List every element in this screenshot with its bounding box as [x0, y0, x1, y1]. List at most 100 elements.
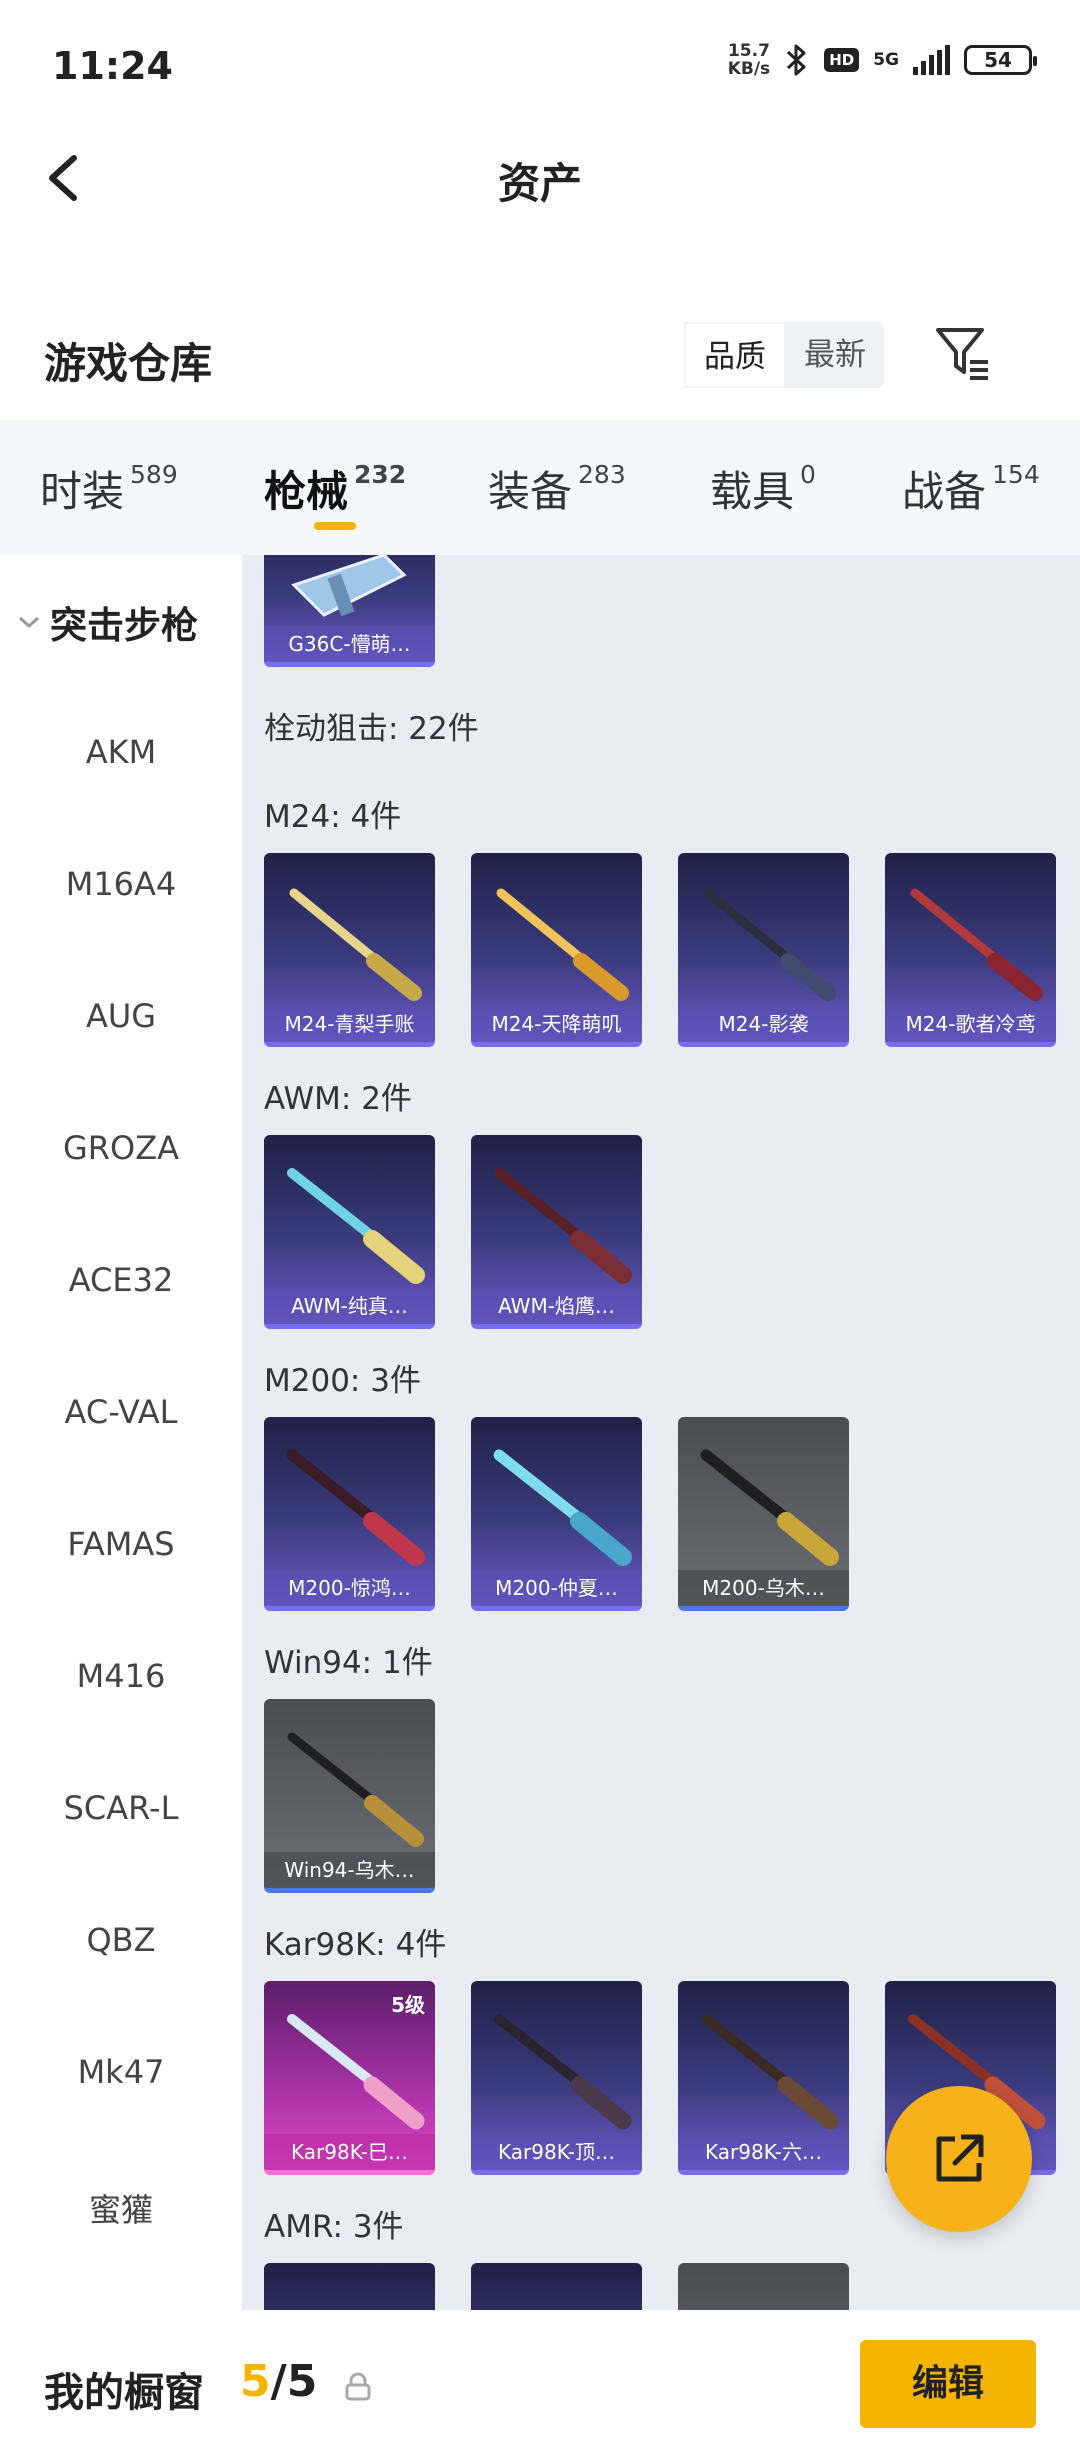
skin-name: G36C-懵萌… — [264, 626, 435, 662]
tab-count: 283 — [578, 460, 626, 489]
skin-name: M24-影袭 — [678, 1006, 849, 1042]
sidebar-category-label: 突击步枪 — [50, 604, 198, 647]
sniper-skin-image — [496, 888, 629, 1001]
showcase-label: 我的橱窗 — [44, 2370, 204, 2416]
skin-card[interactable]: AWM-焰鹰… — [471, 1135, 642, 1329]
skin-name: M24-青梨手账 — [264, 1006, 435, 1042]
tab-count: 232 — [354, 460, 407, 489]
showcase-bar: 我的橱窗 5/5 编辑 — [0, 2310, 1080, 2460]
sidebar-item-ac-val[interactable]: AC-VAL — [0, 1393, 242, 1431]
skin-name: AWM-纯真… — [264, 1288, 435, 1324]
skin-card[interactable] — [678, 2263, 849, 2310]
tab-label: 载具 — [710, 467, 795, 516]
tab-count: 589 — [130, 460, 178, 489]
skin-card[interactable]: M24-歌者冷鸢 — [885, 853, 1056, 1047]
group-label-kar98k: Kar98K: 4件 — [264, 1927, 447, 1963]
skin-name: M200-惊鸿… — [264, 1570, 435, 1606]
app-header: 资产 — [0, 130, 1080, 230]
skin-card[interactable]: M24-影袭 — [678, 853, 849, 1047]
showcase-separator: / — [270, 2356, 287, 2407]
sniper-skin-image — [494, 2014, 632, 2130]
skin-card[interactable]: M24-天降萌叽 — [471, 853, 642, 1047]
status-time: 11:24 — [52, 44, 173, 88]
showcase-total: 5 — [286, 2356, 318, 2407]
active-tab-indicator — [314, 522, 356, 530]
group-label-win94: Win94: 1件 — [264, 1645, 433, 1681]
skin-card[interactable]: AWM-纯真… — [264, 1135, 435, 1329]
share-export-icon — [936, 2134, 984, 2182]
skin-card[interactable]: G36C-懵萌… — [264, 555, 435, 667]
filter-icon[interactable] — [930, 320, 996, 386]
skin-card[interactable]: M24-青梨手账 — [264, 853, 435, 1047]
bluetooth-icon — [787, 44, 806, 76]
skin-card[interactable]: M200-惊鸿… — [264, 1417, 435, 1611]
section-title: 游戏仓库 — [44, 339, 213, 388]
group-label-m200: M200: 3件 — [264, 1363, 421, 1399]
skin-name: Win94-乌木… — [264, 1852, 435, 1888]
skin-card[interactable]: Win94-乌木… — [264, 1699, 435, 1893]
sniper-skin-image — [700, 1449, 839, 1566]
showcase-count: 5/5 — [240, 2356, 317, 2407]
tab-fashion[interactable]: 时装 589 — [40, 458, 178, 519]
sidebar-category-header[interactable]: 突击步枪 — [16, 595, 198, 649]
tab-count: 0 — [800, 460, 816, 489]
sidebar-item-honey-badger[interactable]: 蜜獾 — [0, 2185, 242, 2231]
sidebar-item-m16a4[interactable]: M16A4 — [0, 865, 242, 903]
sort-option-latest[interactable]: 最新 — [786, 322, 884, 388]
skin-level-badge: 5级 — [391, 1993, 425, 2017]
edit-button[interactable]: 编辑 — [860, 2340, 1036, 2428]
skin-name: M200-乌木… — [678, 1570, 849, 1606]
network-type: 5G — [873, 50, 899, 70]
weapon-skin-list: G36C-懵萌… 栓动狙击: 22件 M24: 4件 M24-青梨手账 M24-… — [242, 555, 1080, 2310]
page-title: 资产 — [497, 159, 582, 208]
tab-count: 154 — [992, 460, 1040, 489]
tab-equipment[interactable]: 装备 283 — [488, 458, 626, 519]
sniper-skin-image — [701, 2014, 839, 2130]
hd-badge: HD — [824, 48, 860, 72]
sidebar-item-m416[interactable]: M416 — [0, 1657, 242, 1695]
skin-name: M200-仲夏… — [471, 1570, 642, 1606]
skin-card[interactable]: 5级 Kar98K-巳… — [264, 1981, 435, 2175]
tab-label: 时装 — [40, 467, 125, 516]
sidebar-item-qbz[interactable]: QBZ — [0, 1921, 242, 1959]
skin-card[interactable]: Kar98K-六… — [678, 1981, 849, 2175]
status-icons: 15.7 KB/s HD 5G 54 — [727, 41, 1037, 78]
skin-card[interactable] — [264, 2263, 435, 2310]
sidebar-item-ace32[interactable]: ACE32 — [0, 1261, 242, 1299]
group-label-m24: M24: 4件 — [264, 799, 402, 835]
skin-card[interactable]: M200-仲夏… — [471, 1417, 642, 1611]
skin-name: AWM-焰鹰… — [471, 1288, 642, 1324]
sniper-skin-image — [493, 1449, 632, 1566]
skin-card[interactable]: M200-乌木… — [678, 1417, 849, 1611]
status-bar: 11:24 15.7 KB/s HD 5G 54 — [0, 0, 1080, 130]
share-button[interactable] — [886, 2086, 1032, 2232]
skin-name: M24-歌者冷鸢 — [885, 1006, 1056, 1042]
skin-name: Kar98K-六… — [678, 2134, 849, 2170]
net-speed-value: 15.7 — [727, 41, 770, 61]
sidebar-item-scar-l[interactable]: SCAR-L — [0, 1789, 242, 1827]
sidebar-item-famas[interactable]: FAMAS — [0, 1525, 242, 1563]
chevron-down-icon — [19, 616, 39, 629]
tab-weapons[interactable]: 枪械 232 — [264, 458, 406, 519]
sort-option-quality[interactable]: 品质 — [684, 322, 786, 388]
group-label-amr: AMR: 3件 — [264, 2209, 404, 2245]
sniper-skin-image — [286, 1449, 425, 1566]
sidebar-item-aug[interactable]: AUG — [0, 997, 242, 1035]
tab-label: 装备 — [488, 467, 573, 516]
showcase-current: 5 — [240, 2356, 271, 2407]
skin-name: Kar98K-巳… — [264, 2134, 435, 2170]
tab-supplies[interactable]: 战备 154 — [902, 458, 1040, 519]
sidebar-item-akm[interactable]: AKM — [0, 733, 242, 771]
sidebar-item-mk47[interactable]: Mk47 — [0, 2053, 242, 2091]
sniper-skin-image — [910, 888, 1043, 1001]
tab-vehicles[interactable]: 载具 0 — [710, 458, 816, 519]
skin-card[interactable] — [471, 2263, 642, 2310]
sidebar-item-groza[interactable]: GROZA — [0, 1129, 242, 1167]
skin-name: Kar98K-顶… — [471, 2134, 642, 2170]
sniper-skin-image — [287, 1732, 424, 1847]
skin-card[interactable]: Kar98K-顶… — [471, 1981, 642, 2175]
weapon-category-sidebar: 突击步枪 AKM M16A4 AUG GROZA ACE32 AC-VAL FA… — [0, 555, 242, 2310]
tab-label: 枪械 — [264, 467, 349, 516]
sort-toggle: 品质 最新 — [684, 322, 884, 388]
skin-name: M24-天降萌叽 — [471, 1006, 642, 1042]
